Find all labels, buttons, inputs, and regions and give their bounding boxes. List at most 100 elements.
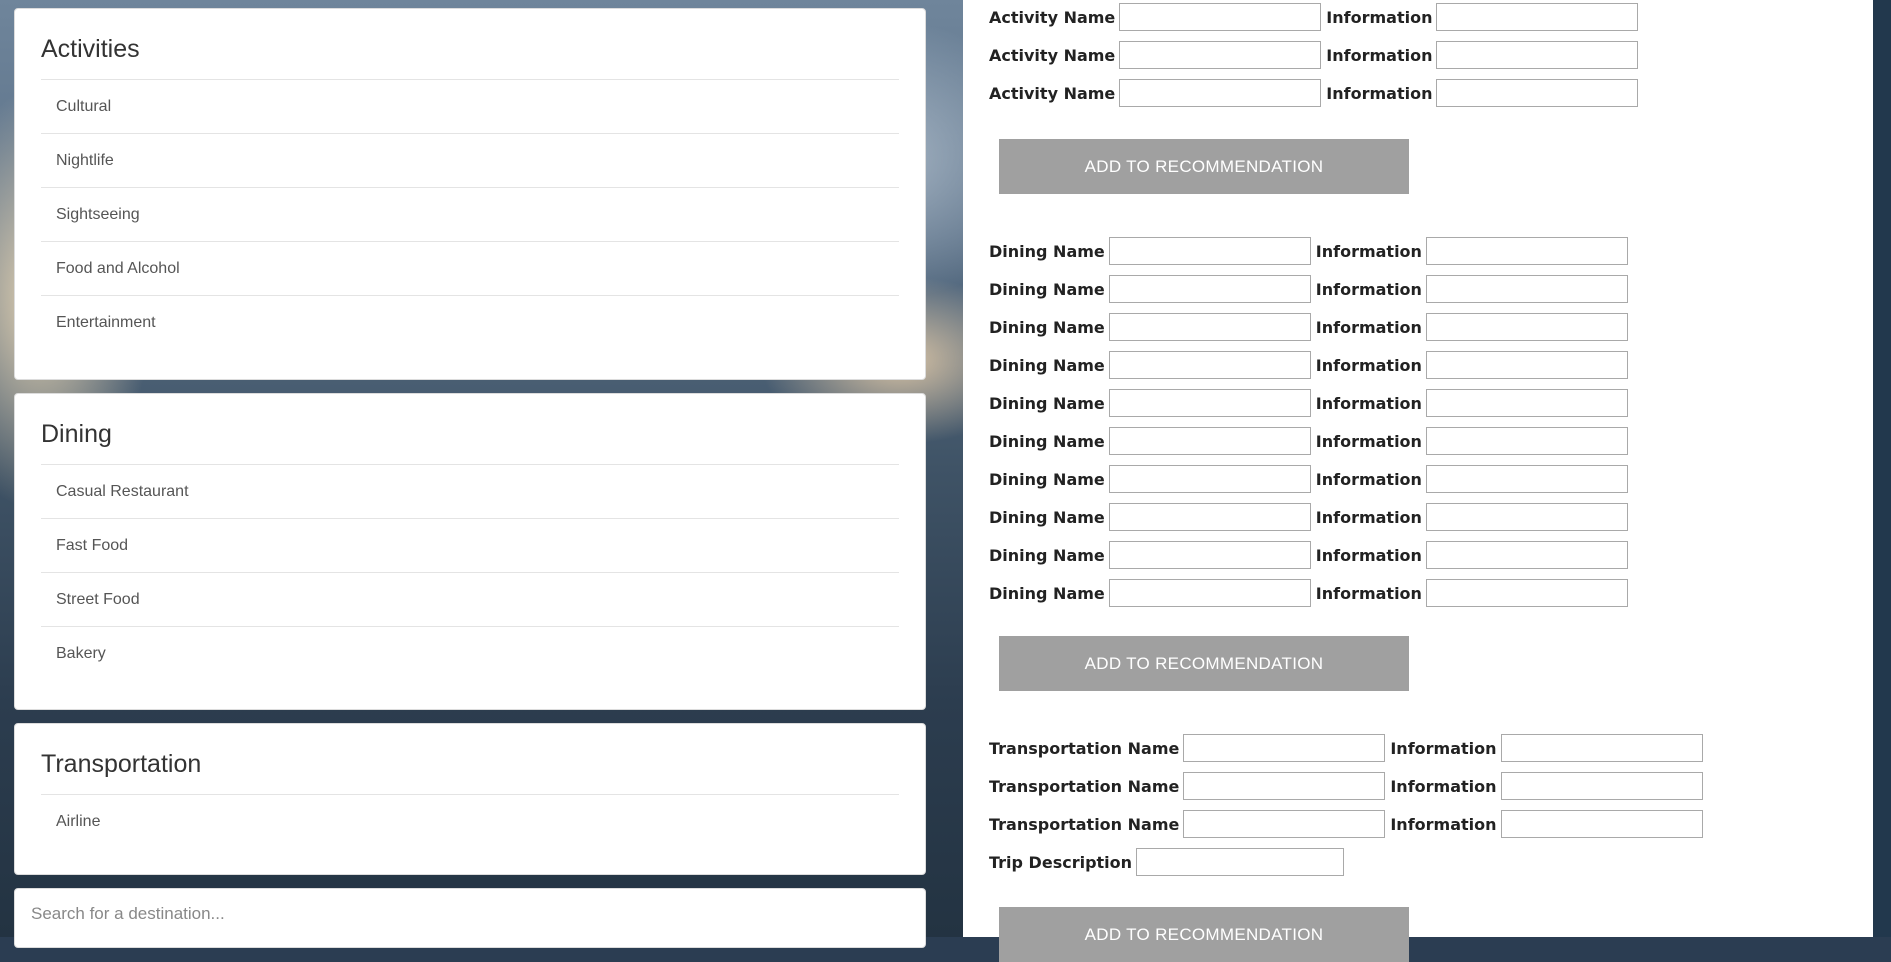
- dining-name-label: Dining Name: [989, 583, 1105, 603]
- trip-description-row: Trip Description: [989, 847, 1349, 877]
- information-input[interactable]: [1436, 41, 1639, 69]
- information-label: Information: [1315, 279, 1422, 299]
- sidebar-item-entertainment[interactable]: Entertainment: [41, 295, 899, 349]
- information-input[interactable]: [1425, 579, 1628, 607]
- sidebar-item-nightlife[interactable]: Nightlife: [41, 133, 899, 187]
- information-label: Information: [1315, 393, 1422, 413]
- sidebar-item-fast-food[interactable]: Fast Food: [41, 518, 899, 572]
- information-input[interactable]: [1425, 351, 1628, 379]
- dining-name-label: Dining Name: [989, 279, 1105, 299]
- trip-description-input[interactable]: [1136, 848, 1345, 876]
- information-input[interactable]: [1425, 465, 1628, 493]
- add-activity-recommendation-button[interactable]: ADD TO RECOMMENDATION: [999, 139, 1409, 194]
- transportation-name-label: Transportation Name: [989, 814, 1180, 834]
- transportation-name-row: Transportation Name Information: [989, 809, 1708, 839]
- transportation-name-row: Transportation Name Information: [989, 733, 1708, 763]
- information-input[interactable]: [1425, 503, 1628, 531]
- destination-search-input[interactable]: [29, 903, 893, 925]
- dining-name-label: Dining Name: [989, 507, 1105, 527]
- sidebar-item-cultural[interactable]: Cultural: [41, 79, 899, 133]
- dining-name-input[interactable]: [1108, 237, 1311, 265]
- dining-name-row: Dining Name Information: [989, 350, 1633, 380]
- transportation-name-input[interactable]: [1183, 772, 1386, 800]
- dining-name-label: Dining Name: [989, 545, 1105, 565]
- information-label: Information: [1315, 431, 1422, 451]
- dining-name-row: Dining Name Information: [989, 236, 1633, 266]
- sidebar-item-bakery[interactable]: Bakery: [41, 626, 899, 680]
- dining-heading: Dining: [41, 420, 112, 448]
- dining-name-input[interactable]: [1108, 541, 1311, 569]
- dining-name-row: Dining Name Information: [989, 578, 1633, 608]
- transportation-name-row: Transportation Name Information: [989, 771, 1708, 801]
- activity-name-label: Activity Name: [989, 7, 1116, 27]
- activities-panel: Activities Cultural Nightlife Sightseein…: [14, 8, 926, 380]
- dining-name-input[interactable]: [1108, 579, 1311, 607]
- information-input[interactable]: [1425, 237, 1628, 265]
- dining-name-row: Dining Name Information: [989, 312, 1633, 342]
- information-label: Information: [1315, 507, 1422, 527]
- information-label: Information: [1315, 469, 1422, 489]
- information-input[interactable]: [1425, 427, 1628, 455]
- sidebar-item-street-food[interactable]: Street Food: [41, 572, 899, 626]
- recommendation-form: Activity Name Information Activity Name Inf…: [963, 0, 1873, 962]
- dining-name-label: Dining Name: [989, 355, 1105, 375]
- information-label: Information: [1315, 355, 1422, 375]
- dining-name-input[interactable]: [1108, 275, 1311, 303]
- transportation-heading: Transportation: [41, 750, 202, 778]
- destination-search-box: [14, 888, 926, 948]
- information-label: Information: [1315, 583, 1422, 603]
- add-transportation-recommendation-button[interactable]: ADD TO RECOMMENDATION: [999, 907, 1409, 962]
- information-label: Information: [1326, 7, 1433, 27]
- information-label: Information: [1315, 317, 1422, 337]
- transportation-panel: Transportation Airline: [14, 723, 926, 875]
- information-input[interactable]: [1500, 810, 1703, 838]
- information-input[interactable]: [1425, 541, 1628, 569]
- dining-list: Casual Restaurant Fast Food Street Food …: [41, 464, 899, 680]
- transportation-name-label: Transportation Name: [989, 738, 1180, 758]
- activity-name-label: Activity Name: [989, 83, 1116, 103]
- information-input[interactable]: [1500, 772, 1703, 800]
- activity-name-input[interactable]: [1119, 41, 1322, 69]
- activity-name-input[interactable]: [1119, 79, 1322, 107]
- dining-name-label: Dining Name: [989, 241, 1105, 261]
- information-label: Information: [1390, 738, 1497, 758]
- information-input[interactable]: [1436, 3, 1639, 31]
- information-input[interactable]: [1425, 389, 1628, 417]
- activity-name-row: Activity Name Information: [989, 2, 1643, 32]
- sidebar-item-sightseeing[interactable]: Sightseeing: [41, 187, 899, 241]
- dining-name-input[interactable]: [1108, 427, 1311, 455]
- dining-name-row: Dining Name Information: [989, 540, 1633, 570]
- information-input[interactable]: [1436, 79, 1639, 107]
- information-input[interactable]: [1425, 313, 1628, 341]
- information-input[interactable]: [1500, 734, 1703, 762]
- dining-name-label: Dining Name: [989, 469, 1105, 489]
- transportation-name-input[interactable]: [1183, 734, 1386, 762]
- dining-name-input[interactable]: [1108, 313, 1311, 341]
- dining-name-input[interactable]: [1108, 503, 1311, 531]
- dining-name-input[interactable]: [1108, 351, 1311, 379]
- transportation-name-input[interactable]: [1183, 810, 1386, 838]
- sidebar-item-food-and-alcohol[interactable]: Food and Alcohol: [41, 241, 899, 295]
- activity-name-label: Activity Name: [989, 45, 1116, 65]
- information-label: Information: [1390, 814, 1497, 834]
- add-dining-recommendation-button[interactable]: ADD TO RECOMMENDATION: [999, 636, 1409, 691]
- activities-list: Cultural Nightlife Sightseeing Food and …: [41, 79, 899, 349]
- dining-name-input[interactable]: [1108, 465, 1311, 493]
- dining-name-row: Dining Name Information: [989, 388, 1633, 418]
- dining-name-input[interactable]: [1108, 389, 1311, 417]
- dining-name-label: Dining Name: [989, 393, 1105, 413]
- sidebar-item-airline[interactable]: Airline: [41, 794, 899, 848]
- activities-heading: Activities: [41, 35, 140, 63]
- activity-name-row: Activity Name Information: [989, 78, 1643, 108]
- activity-name-row: Activity Name Information: [989, 40, 1643, 70]
- transportation-name-label: Transportation Name: [989, 776, 1180, 796]
- activity-name-input[interactable]: [1119, 3, 1322, 31]
- dining-name-label: Dining Name: [989, 317, 1105, 337]
- dining-name-row: Dining Name Information: [989, 426, 1633, 456]
- trip-description-label: Trip Description: [989, 852, 1133, 872]
- page-edge-background: [1873, 0, 1891, 937]
- information-label: Information: [1390, 776, 1497, 796]
- information-input[interactable]: [1425, 275, 1628, 303]
- sidebar-item-casual-restaurant[interactable]: Casual Restaurant: [41, 464, 899, 518]
- dining-name-row: Dining Name Information: [989, 464, 1633, 494]
